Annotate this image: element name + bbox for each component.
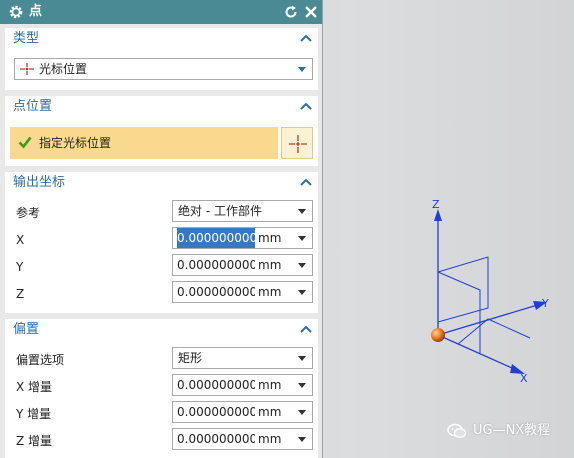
dialog-titlebar: 点 [0,0,322,24]
wechat-icon [447,423,467,439]
point-location-section: 点位置 指定光标位置 [5,96,318,166]
type-select-value: 光标位置 [39,62,88,76]
output-coordinates-title: 输出坐标 [13,175,66,190]
y-increment-value[interactable]: 0.0000000000 [177,402,255,422]
x-increment-field[interactable]: 0.0000000000 mm [172,374,313,396]
coordinate-triad: Z Y X [431,198,549,385]
chevron-up-icon[interactable] [300,33,312,43]
offset-section: 偏置 偏置选项 矩形 X 增量 0.0000000000 mm Y 增量 0.0… [5,319,318,458]
cursor-crosshair-icon [289,135,307,153]
xy-plane-square [457,318,531,345]
z-coordinate-field[interactable]: 0.0000000000 mm [172,281,313,303]
z-increment-field[interactable]: 0.0000000000 mm [172,428,313,450]
x-increment-unit: mm [258,378,282,392]
x-axis-label: X [520,372,528,385]
reference-select[interactable]: 绝对 - 工作部件 [172,200,313,222]
x-coordinate-label: X [16,233,25,247]
y-increment-field[interactable]: 0.0000000000 mm [172,401,313,423]
dialog-title: 点 [29,4,43,19]
y-coordinate-unit: mm [258,258,282,272]
y-coordinate-value[interactable]: 0.0000000000 [177,255,255,275]
dropdown-arrow-icon[interactable] [298,290,306,295]
cursor-crosshair-icon [20,63,34,75]
offset-option-value: 矩形 [178,351,203,365]
origin-point [431,328,445,342]
x-increment-label: X 增量 [16,380,53,394]
gear-icon[interactable] [8,4,24,20]
offset-section-header[interactable]: 偏置 [5,319,318,341]
type-section-title: 类型 [13,31,40,46]
y-increment-label: Y 增量 [16,407,52,421]
offset-section-title: 偏置 [13,322,40,337]
y-axis-label: Y [541,297,549,310]
output-coordinates-section: 输出坐标 参考 绝对 - 工作部件 X 0.0000000000 mm Y 0.… [5,172,318,313]
chevron-up-icon[interactable] [300,324,312,334]
z-coordinate-unit: mm [258,285,282,299]
z-increment-label: Z 增量 [16,434,53,448]
dropdown-arrow-icon[interactable] [298,437,306,442]
type-select[interactable]: 光标位置 [14,58,313,80]
z-coordinate-value[interactable]: 0.0000000000 [177,282,255,302]
point-location-title: 点位置 [13,99,53,114]
cursor-location-button[interactable] [281,127,313,159]
specify-cursor-location-label: 指定光标位置 [39,136,112,150]
offset-option-select[interactable]: 矩形 [172,347,313,369]
dropdown-arrow-icon[interactable] [298,383,306,388]
y-coordinate-label: Y [16,260,24,274]
point-dialog: 点 类型 光标位置 点位置 指定光标位置 输出坐标 参考 绝对 - 工作部件 X… [0,0,323,458]
dropdown-arrow-icon[interactable] [298,410,306,415]
reset-icon[interactable] [283,4,299,20]
z-coordinate-label: Z [16,287,25,301]
dropdown-arrow-icon[interactable] [298,236,306,241]
type-section: 类型 光标位置 [5,28,318,90]
output-coordinates-header[interactable]: 输出坐标 [5,172,318,194]
type-section-header[interactable]: 类型 [5,28,318,50]
watermark-text: UG—NX教程 [473,423,551,438]
checkmark-icon [18,136,32,149]
graphics-viewport[interactable]: Z Y X UG—NX教程 [324,0,574,458]
reference-label: 参考 [16,206,41,220]
z-axis-label: Z [432,198,440,211]
x-coordinate-unit: mm [258,231,282,245]
dropdown-arrow-icon [298,67,306,72]
y-axis-line [437,302,545,336]
z-increment-value[interactable]: 0.0000000000 [177,429,255,449]
z-increment-unit: mm [258,432,282,446]
dropdown-arrow-icon[interactable] [298,263,306,268]
specify-cursor-location-row[interactable]: 指定光标位置 [10,127,278,159]
y-coordinate-field[interactable]: 0.0000000000 mm [172,254,313,276]
close-icon[interactable] [303,4,319,20]
dropdown-arrow-icon [298,356,306,361]
x-coordinate-value[interactable]: 0.0000000000 [177,228,255,248]
chevron-up-icon[interactable] [300,101,312,111]
point-location-header[interactable]: 点位置 [5,96,318,118]
x-coordinate-field[interactable]: 0.0000000000 mm [172,227,313,249]
x-increment-value[interactable]: 0.0000000000 [177,375,255,395]
y-increment-unit: mm [258,405,282,419]
dropdown-arrow-icon [298,209,306,214]
offset-option-label: 偏置选项 [16,353,65,367]
reference-select-value: 绝对 - 工作部件 [178,204,262,218]
chevron-up-icon[interactable] [300,177,312,187]
